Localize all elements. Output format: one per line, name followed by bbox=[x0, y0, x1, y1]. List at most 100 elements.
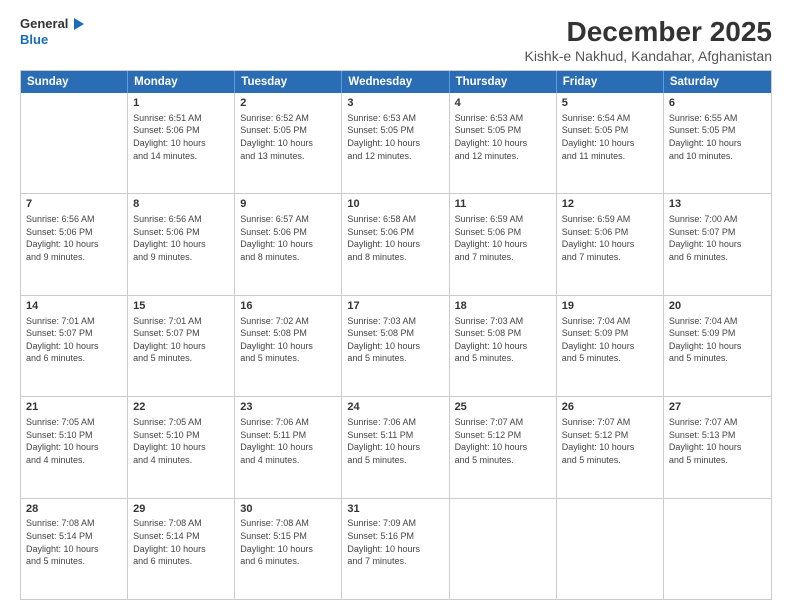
cell-w4-d2: 23Sunrise: 7:06 AM Sunset: 5:11 PM Dayli… bbox=[235, 397, 342, 497]
day-number: 2 bbox=[240, 96, 336, 111]
day-number: 10 bbox=[347, 197, 443, 212]
week-1: 1Sunrise: 6:51 AM Sunset: 5:06 PM Daylig… bbox=[21, 93, 771, 194]
day-number: 8 bbox=[133, 197, 229, 212]
header-day-3: Wednesday bbox=[342, 71, 449, 93]
cell-w3-d1: 15Sunrise: 7:01 AM Sunset: 5:07 PM Dayli… bbox=[128, 296, 235, 396]
cell-w1-d3: 3Sunrise: 6:53 AM Sunset: 5:05 PM Daylig… bbox=[342, 93, 449, 193]
cell-info: Sunrise: 7:08 AM Sunset: 5:15 PM Dayligh… bbox=[240, 517, 336, 567]
cell-w4-d3: 24Sunrise: 7:06 AM Sunset: 5:11 PM Dayli… bbox=[342, 397, 449, 497]
cell-info: Sunrise: 7:07 AM Sunset: 5:13 PM Dayligh… bbox=[669, 416, 766, 466]
cell-info: Sunrise: 7:03 AM Sunset: 5:08 PM Dayligh… bbox=[455, 315, 551, 365]
cell-info: Sunrise: 6:56 AM Sunset: 5:06 PM Dayligh… bbox=[26, 213, 122, 263]
cell-w4-d0: 21Sunrise: 7:05 AM Sunset: 5:10 PM Dayli… bbox=[21, 397, 128, 497]
day-number: 9 bbox=[240, 197, 336, 212]
header-day-5: Friday bbox=[557, 71, 664, 93]
day-number: 12 bbox=[562, 197, 658, 212]
cell-info: Sunrise: 6:53 AM Sunset: 5:05 PM Dayligh… bbox=[347, 112, 443, 162]
day-number: 28 bbox=[26, 502, 122, 517]
calendar: SundayMondayTuesdayWednesdayThursdayFrid… bbox=[20, 70, 772, 600]
day-number: 22 bbox=[133, 400, 229, 415]
day-number: 11 bbox=[455, 197, 551, 212]
calendar-header: SundayMondayTuesdayWednesdayThursdayFrid… bbox=[21, 71, 771, 93]
cell-info: Sunrise: 7:06 AM Sunset: 5:11 PM Dayligh… bbox=[347, 416, 443, 466]
cell-info: Sunrise: 6:55 AM Sunset: 5:05 PM Dayligh… bbox=[669, 112, 766, 162]
title-block: December 2025 Kishk-e Nakhud, Kandahar, … bbox=[524, 16, 772, 64]
cell-info: Sunrise: 7:05 AM Sunset: 5:10 PM Dayligh… bbox=[26, 416, 122, 466]
cell-w1-d1: 1Sunrise: 6:51 AM Sunset: 5:06 PM Daylig… bbox=[128, 93, 235, 193]
cell-w2-d1: 8Sunrise: 6:56 AM Sunset: 5:06 PM Daylig… bbox=[128, 194, 235, 294]
week-5: 28Sunrise: 7:08 AM Sunset: 5:14 PM Dayli… bbox=[21, 499, 771, 599]
cell-w3-d3: 17Sunrise: 7:03 AM Sunset: 5:08 PM Dayli… bbox=[342, 296, 449, 396]
cell-w2-d3: 10Sunrise: 6:58 AM Sunset: 5:06 PM Dayli… bbox=[342, 194, 449, 294]
cell-info: Sunrise: 7:04 AM Sunset: 5:09 PM Dayligh… bbox=[562, 315, 658, 365]
cell-w5-d6 bbox=[664, 499, 771, 599]
day-number: 18 bbox=[455, 299, 551, 314]
header-day-0: Sunday bbox=[21, 71, 128, 93]
header-day-4: Thursday bbox=[450, 71, 557, 93]
cell-w4-d6: 27Sunrise: 7:07 AM Sunset: 5:13 PM Dayli… bbox=[664, 397, 771, 497]
day-number: 1 bbox=[133, 96, 229, 111]
cell-info: Sunrise: 6:56 AM Sunset: 5:06 PM Dayligh… bbox=[133, 213, 229, 263]
cell-info: Sunrise: 7:01 AM Sunset: 5:07 PM Dayligh… bbox=[26, 315, 122, 365]
header-day-6: Saturday bbox=[664, 71, 771, 93]
cell-info: Sunrise: 6:58 AM Sunset: 5:06 PM Dayligh… bbox=[347, 213, 443, 263]
day-number: 3 bbox=[347, 96, 443, 111]
cell-info: Sunrise: 7:08 AM Sunset: 5:14 PM Dayligh… bbox=[133, 517, 229, 567]
cell-w3-d5: 19Sunrise: 7:04 AM Sunset: 5:09 PM Dayli… bbox=[557, 296, 664, 396]
cell-w2-d4: 11Sunrise: 6:59 AM Sunset: 5:06 PM Dayli… bbox=[450, 194, 557, 294]
header: General Blue December 2025 Kishk-e Nakhu… bbox=[20, 16, 772, 64]
day-number: 19 bbox=[562, 299, 658, 314]
cell-info: Sunrise: 7:07 AM Sunset: 5:12 PM Dayligh… bbox=[455, 416, 551, 466]
page-subtitle: Kishk-e Nakhud, Kandahar, Afghanistan bbox=[524, 48, 772, 64]
week-3: 14Sunrise: 7:01 AM Sunset: 5:07 PM Dayli… bbox=[21, 296, 771, 397]
cell-w5-d3: 31Sunrise: 7:09 AM Sunset: 5:16 PM Dayli… bbox=[342, 499, 449, 599]
day-number: 27 bbox=[669, 400, 766, 415]
week-2: 7Sunrise: 6:56 AM Sunset: 5:06 PM Daylig… bbox=[21, 194, 771, 295]
cell-info: Sunrise: 7:08 AM Sunset: 5:14 PM Dayligh… bbox=[26, 517, 122, 567]
cell-w4-d4: 25Sunrise: 7:07 AM Sunset: 5:12 PM Dayli… bbox=[450, 397, 557, 497]
cell-w3-d2: 16Sunrise: 7:02 AM Sunset: 5:08 PM Dayli… bbox=[235, 296, 342, 396]
cell-info: Sunrise: 6:52 AM Sunset: 5:05 PM Dayligh… bbox=[240, 112, 336, 162]
day-number: 7 bbox=[26, 197, 122, 212]
day-number: 20 bbox=[669, 299, 766, 314]
cell-w4-d5: 26Sunrise: 7:07 AM Sunset: 5:12 PM Dayli… bbox=[557, 397, 664, 497]
cell-info: Sunrise: 7:01 AM Sunset: 5:07 PM Dayligh… bbox=[133, 315, 229, 365]
day-number: 30 bbox=[240, 502, 336, 517]
cell-info: Sunrise: 6:53 AM Sunset: 5:05 PM Dayligh… bbox=[455, 112, 551, 162]
cell-info: Sunrise: 6:59 AM Sunset: 5:06 PM Dayligh… bbox=[562, 213, 658, 263]
cell-w4-d1: 22Sunrise: 7:05 AM Sunset: 5:10 PM Dayli… bbox=[128, 397, 235, 497]
cell-info: Sunrise: 6:54 AM Sunset: 5:05 PM Dayligh… bbox=[562, 112, 658, 162]
day-number: 6 bbox=[669, 96, 766, 111]
cell-w2-d5: 12Sunrise: 6:59 AM Sunset: 5:06 PM Dayli… bbox=[557, 194, 664, 294]
day-number: 23 bbox=[240, 400, 336, 415]
cell-w1-d5: 5Sunrise: 6:54 AM Sunset: 5:05 PM Daylig… bbox=[557, 93, 664, 193]
cell-info: Sunrise: 7:05 AM Sunset: 5:10 PM Dayligh… bbox=[133, 416, 229, 466]
day-number: 5 bbox=[562, 96, 658, 111]
day-number: 31 bbox=[347, 502, 443, 517]
cell-info: Sunrise: 7:09 AM Sunset: 5:16 PM Dayligh… bbox=[347, 517, 443, 567]
cell-w1-d6: 6Sunrise: 6:55 AM Sunset: 5:05 PM Daylig… bbox=[664, 93, 771, 193]
cell-w5-d4 bbox=[450, 499, 557, 599]
cell-info: Sunrise: 6:59 AM Sunset: 5:06 PM Dayligh… bbox=[455, 213, 551, 263]
day-number: 16 bbox=[240, 299, 336, 314]
cell-info: Sunrise: 7:06 AM Sunset: 5:11 PM Dayligh… bbox=[240, 416, 336, 466]
cell-info: Sunrise: 7:00 AM Sunset: 5:07 PM Dayligh… bbox=[669, 213, 766, 263]
cell-info: Sunrise: 7:02 AM Sunset: 5:08 PM Dayligh… bbox=[240, 315, 336, 365]
day-number: 21 bbox=[26, 400, 122, 415]
day-number: 15 bbox=[133, 299, 229, 314]
header-day-2: Tuesday bbox=[235, 71, 342, 93]
day-number: 14 bbox=[26, 299, 122, 314]
cell-w3-d0: 14Sunrise: 7:01 AM Sunset: 5:07 PM Dayli… bbox=[21, 296, 128, 396]
logo-arrow-icon bbox=[70, 16, 86, 32]
header-day-1: Monday bbox=[128, 71, 235, 93]
cell-w5-d1: 29Sunrise: 7:08 AM Sunset: 5:14 PM Dayli… bbox=[128, 499, 235, 599]
cell-w1-d2: 2Sunrise: 6:52 AM Sunset: 5:05 PM Daylig… bbox=[235, 93, 342, 193]
cell-w5-d0: 28Sunrise: 7:08 AM Sunset: 5:14 PM Dayli… bbox=[21, 499, 128, 599]
cell-info: Sunrise: 7:07 AM Sunset: 5:12 PM Dayligh… bbox=[562, 416, 658, 466]
cell-info: Sunrise: 7:04 AM Sunset: 5:09 PM Dayligh… bbox=[669, 315, 766, 365]
day-number: 24 bbox=[347, 400, 443, 415]
cell-w2-d6: 13Sunrise: 7:00 AM Sunset: 5:07 PM Dayli… bbox=[664, 194, 771, 294]
week-4: 21Sunrise: 7:05 AM Sunset: 5:10 PM Dayli… bbox=[21, 397, 771, 498]
cell-w2-d2: 9Sunrise: 6:57 AM Sunset: 5:06 PM Daylig… bbox=[235, 194, 342, 294]
logo: General Blue bbox=[20, 16, 86, 48]
